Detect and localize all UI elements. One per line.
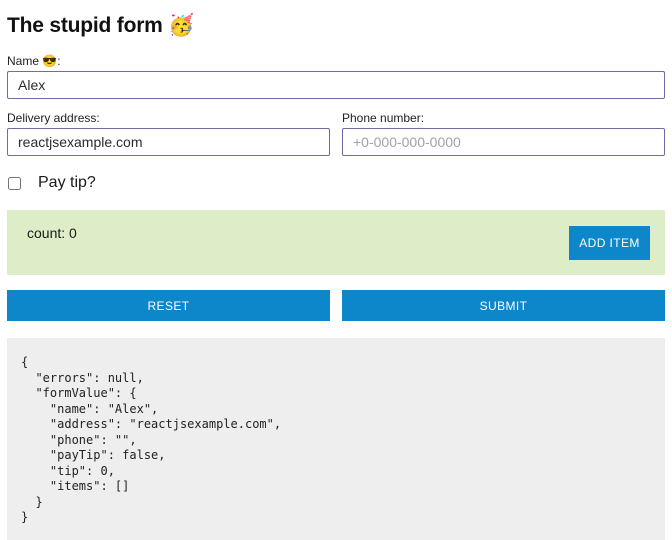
name-label: Name 😎:: [7, 54, 61, 68]
address-phone-row: Delivery address: Phone number:: [7, 111, 665, 156]
form-state-json: { "errors": null, "formValue": { "name":…: [21, 355, 282, 524]
item-count-text: count: 0: [27, 225, 77, 241]
phone-input[interactable]: [342, 128, 665, 156]
form-actions: RESET SUBMIT: [7, 290, 665, 321]
phone-field-block: Phone number:: [342, 111, 665, 156]
form-page: The stupid form 🥳 Name 😎: Delivery addre…: [0, 0, 672, 540]
address-input[interactable]: [7, 128, 330, 156]
name-input[interactable]: [7, 71, 665, 99]
address-label: Delivery address:: [7, 111, 100, 125]
page-title: The stupid form 🥳: [7, 14, 195, 37]
add-item-button[interactable]: ADD ITEM: [569, 225, 650, 260]
submit-button[interactable]: SUBMIT: [342, 290, 665, 321]
pay-tip-label: Pay tip?: [38, 174, 96, 191]
name-field-block: Name 😎:: [7, 54, 665, 99]
form-state-output-panel: { "errors": null, "formValue": { "name":…: [7, 338, 665, 540]
pay-tip-row: Pay tip?: [8, 174, 665, 192]
reset-button[interactable]: RESET: [7, 290, 330, 321]
phone-label: Phone number:: [342, 111, 425, 125]
pay-tip-checkbox[interactable]: [8, 176, 21, 190]
address-field-block: Delivery address:: [7, 111, 330, 156]
items-panel: count: 0 ADD ITEM: [7, 210, 665, 275]
